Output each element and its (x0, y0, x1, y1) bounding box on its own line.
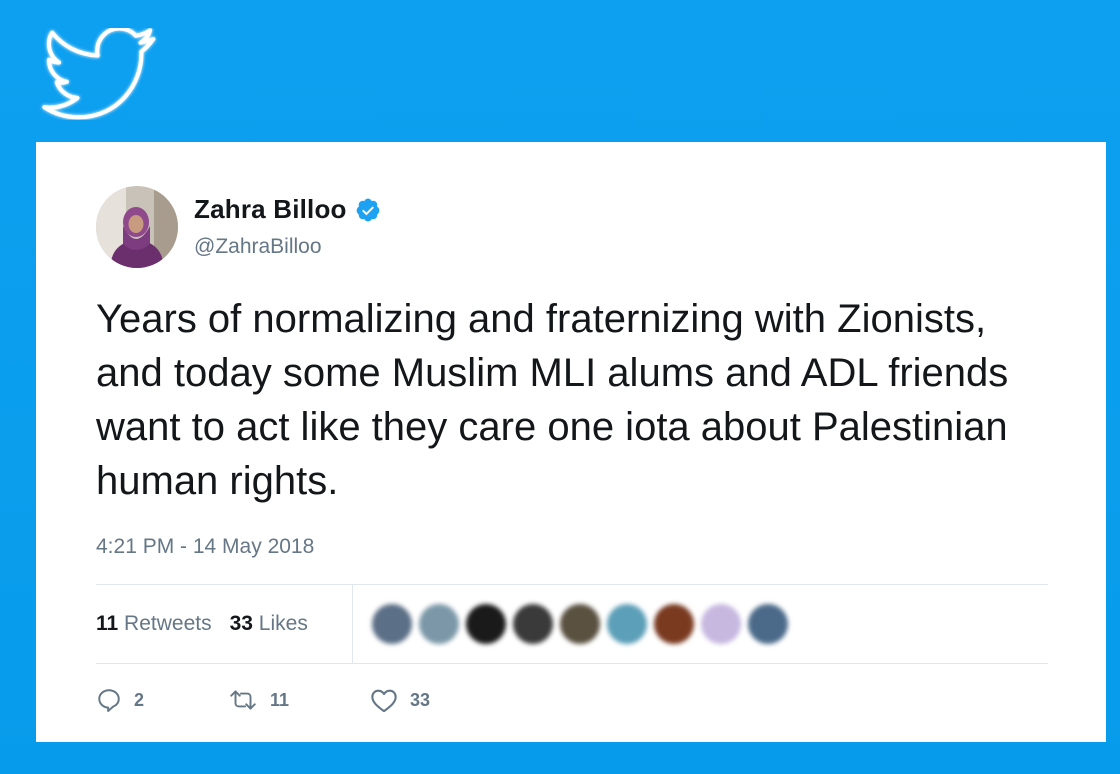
heart-icon (371, 689, 397, 713)
liker-avatar[interactable] (748, 604, 788, 644)
like-count: 33 (410, 689, 431, 710)
tweet-card: Zahra Billoo @ZahraBilloo Years of norma… (36, 142, 1106, 742)
author-avatar[interactable] (96, 186, 178, 268)
liker-avatar[interactable] (701, 604, 741, 644)
tweet-text: Years of normalizing and fraternizing wi… (96, 297, 1009, 503)
liker-avatar[interactable] (560, 604, 600, 644)
retweet-icon (230, 690, 256, 710)
tweet-stats: 11 Retweets 33 Likes (96, 585, 326, 663)
author-name[interactable]: Zahra Billoo (194, 194, 347, 225)
author-name-row[interactable]: Zahra Billoo (194, 194, 381, 225)
liker-avatar[interactable] (419, 604, 459, 644)
tweet-actions: 2 11 33 (96, 687, 430, 713)
liker-avatars (372, 604, 795, 644)
likes-label: Likes (258, 612, 308, 635)
tweet-timestamp[interactable]: 4:21 PM - 14 May 2018 (96, 535, 314, 559)
likes-count: 33 (229, 612, 253, 635)
retweets-count: 11 (96, 612, 119, 635)
divider (96, 663, 1048, 664)
retweet-count: 11 (270, 689, 290, 710)
retweets-stat[interactable]: 11 Retweets (96, 612, 212, 636)
twitter-bird-icon (42, 28, 156, 120)
verified-badge-icon (356, 198, 380, 221)
avatar-image (96, 186, 178, 268)
liker-avatar[interactable] (466, 604, 506, 644)
author-handle[interactable]: @ZahraBilloo (194, 235, 322, 259)
reply-button[interactable]: 2 (96, 687, 228, 713)
liker-avatar[interactable] (513, 604, 553, 644)
stats-separator (352, 585, 353, 663)
retweet-button[interactable]: 11 (228, 687, 370, 713)
like-button[interactable]: 33 (370, 687, 430, 713)
liker-avatar[interactable] (654, 604, 694, 644)
liker-avatar[interactable] (607, 604, 647, 644)
retweets-label: Retweets (124, 612, 212, 635)
reply-icon (98, 689, 120, 713)
reply-count: 2 (134, 689, 145, 710)
likes-stat[interactable]: 33 Likes (230, 612, 308, 636)
liker-avatar[interactable] (372, 604, 412, 644)
